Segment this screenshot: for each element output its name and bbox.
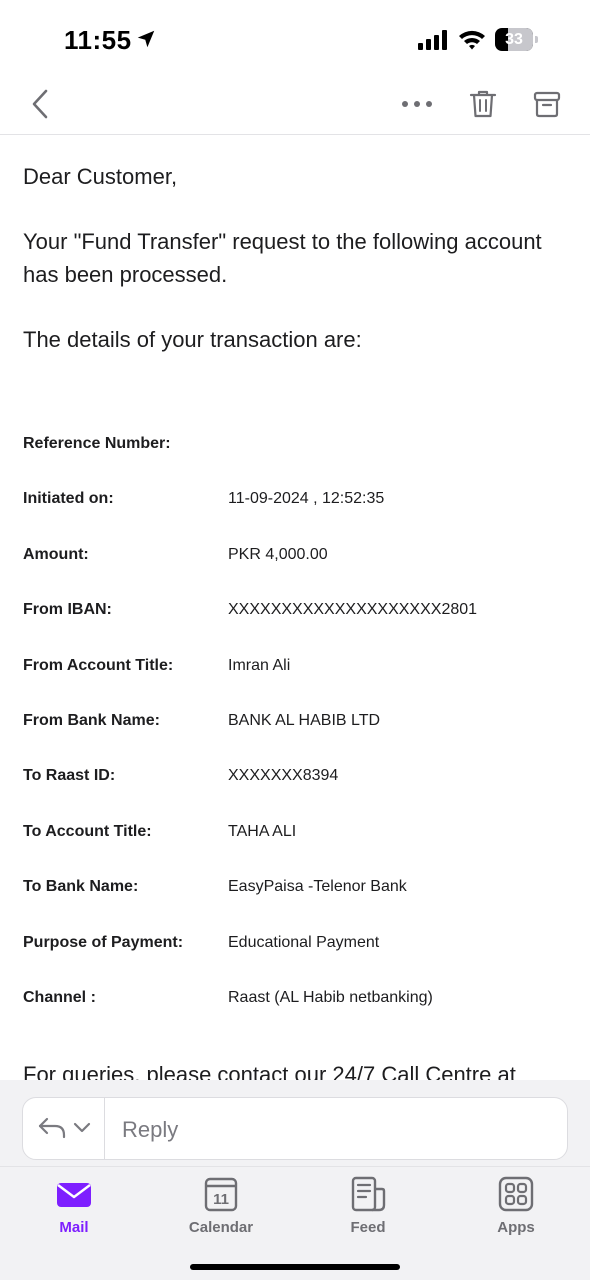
- reply-options-button[interactable]: [23, 1098, 105, 1159]
- detail-value: PKR 4,000.00: [228, 546, 328, 563]
- more-options-button[interactable]: [398, 78, 436, 130]
- email-body: Dear Customer, Your "Fund Transfer" requ…: [23, 160, 568, 1080]
- home-indicator[interactable]: [190, 1264, 400, 1270]
- reply-area: Reply: [0, 1080, 590, 1166]
- detail-row-to-bank: To Bank Name: EasyPaisa -Telenor Bank: [23, 878, 568, 900]
- apps-icon: [498, 1176, 534, 1212]
- cellular-signal-icon: [418, 30, 447, 50]
- email-greeting: Dear Customer,: [23, 164, 178, 189]
- back-button[interactable]: [22, 78, 58, 130]
- detail-value: Educational Payment: [228, 934, 380, 951]
- wifi-icon: [459, 30, 485, 50]
- detail-row-from-iban: From IBAN: XXXXXXXXXXXXXXXXXXXX2801: [23, 601, 568, 623]
- detail-value: TAHA ALI: [228, 823, 297, 840]
- calendar-day: 11: [213, 1191, 229, 1208]
- tab-label: Calendar: [188, 1219, 254, 1236]
- detail-row-reference: Reference Number:: [23, 435, 568, 457]
- detail-row-initiated: Initiated on: 11-09-2024 , 12:52:35: [23, 490, 568, 512]
- battery-cap: [535, 36, 538, 43]
- detail-row-purpose: Purpose of Payment: Educational Payment: [23, 934, 568, 956]
- reply-bar: Reply: [22, 1097, 568, 1160]
- calendar-icon: 11: [204, 1177, 238, 1212]
- tab-label: Mail: [59, 1219, 89, 1236]
- delete-button[interactable]: [464, 78, 502, 130]
- details-heading: The details of your transaction are:: [23, 327, 362, 352]
- feed-icon: [351, 1176, 386, 1212]
- detail-label: To Raast ID:: [23, 767, 116, 784]
- trash-icon: [469, 90, 497, 118]
- detail-label: From IBAN:: [23, 601, 112, 618]
- tab-label: Apps: [497, 1219, 535, 1236]
- detail-label: To Bank Name:: [23, 878, 139, 895]
- tab-feed[interactable]: Feed: [313, 1175, 423, 1239]
- tab-calendar[interactable]: 11 Calendar: [166, 1175, 276, 1239]
- chevron-down-icon: [73, 1122, 91, 1133]
- detail-value: XXXXXXXXXXXXXXXXXXXX2801: [228, 601, 478, 618]
- location-arrow-icon: [137, 30, 155, 48]
- tab-mail[interactable]: Mail: [19, 1175, 129, 1239]
- detail-value: 11-09-2024 , 12:52:35: [228, 490, 385, 507]
- tab-label: Feed: [350, 1219, 386, 1236]
- archive-icon: [533, 91, 561, 118]
- tab-apps[interactable]: Apps: [461, 1175, 571, 1239]
- detail-label: To Account Title:: [23, 823, 152, 840]
- detail-row-from-account-title: From Account Title: Imran Ali: [23, 657, 568, 679]
- detail-label: From Account Title:: [23, 657, 174, 674]
- detail-label: From Bank Name:: [23, 712, 160, 729]
- queries-text: For queries, please contact our 24/7 Cal…: [23, 1062, 516, 1080]
- detail-value: Raast (AL Habib netbanking): [228, 989, 433, 1006]
- detail-label: Amount:: [23, 546, 89, 563]
- back-chevron-icon: [32, 89, 48, 119]
- battery-body: 33: [495, 28, 533, 51]
- detail-row-from-bank: From Bank Name: BANK AL HABIB LTD: [23, 712, 568, 734]
- detail-row-to-raast-id: To Raast ID: XXXXXXX8394: [23, 767, 568, 789]
- status-time: 11:55: [64, 25, 132, 55]
- reply-input[interactable]: Reply: [122, 1117, 178, 1143]
- detail-value: EasyPaisa -Telenor Bank: [228, 878, 407, 895]
- status-bar: 11:55 33: [0, 0, 590, 78]
- archive-button[interactable]: [528, 78, 566, 130]
- detail-row-amount: Amount: PKR 4,000.00: [23, 546, 568, 568]
- detail-label: Channel :: [23, 989, 96, 1006]
- mail-icon: [57, 1183, 91, 1207]
- email-intro: Your "Fund Transfer" request to the foll…: [23, 229, 542, 287]
- detail-label: Initiated on:: [23, 490, 114, 507]
- detail-row-to-account-title: To Account Title: TAHA ALI: [23, 823, 568, 845]
- detail-value: XXXXXXX8394: [228, 767, 339, 784]
- email-toolbar: [0, 78, 590, 135]
- tab-bar: Mail 11 Calendar Feed Apps: [0, 1166, 590, 1280]
- detail-label: Reference Number:: [23, 435, 171, 452]
- more-icon: [402, 101, 432, 107]
- reply-arrow-icon: [38, 1117, 66, 1139]
- detail-label: Purpose of Payment:: [23, 934, 184, 951]
- detail-row-channel: Channel : Raast (AL Habib netbanking): [23, 989, 568, 1011]
- battery-level: 33: [505, 31, 523, 48]
- battery-indicator: 33: [495, 28, 539, 51]
- detail-value: Imran Ali: [228, 657, 291, 674]
- detail-value: BANK AL HABIB LTD: [228, 712, 381, 729]
